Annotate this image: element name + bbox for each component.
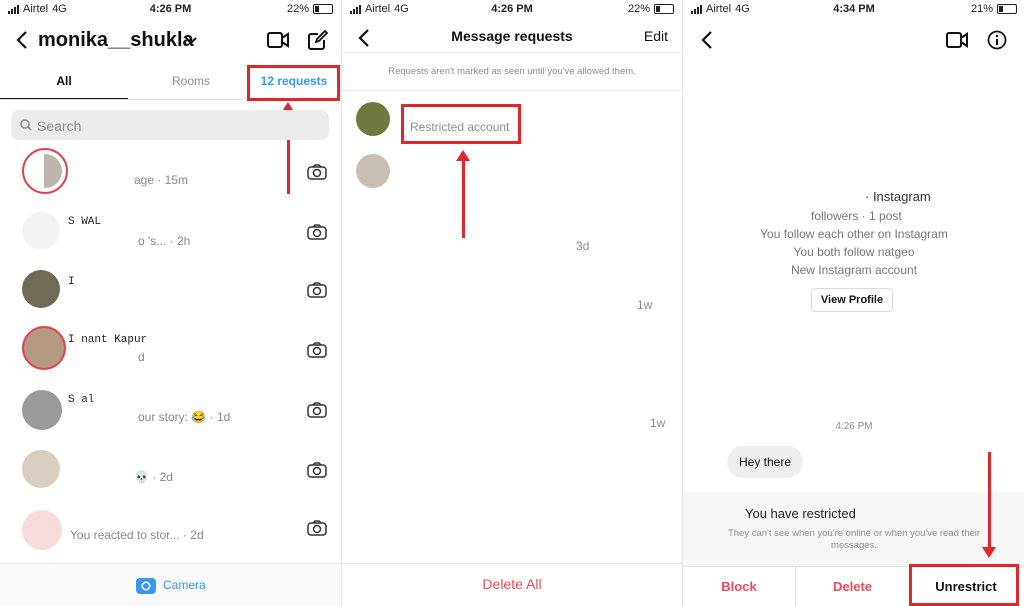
chat-panel: Airtel 4G 4:34 PM 21% · Instagram follow… — [682, 0, 1024, 606]
both-follow: You both follow natgeo — [793, 245, 915, 259]
camera-bar[interactable]: Camera — [0, 563, 341, 606]
divider — [342, 90, 682, 91]
restricted-title: You have restricted — [745, 506, 856, 521]
camera-icon[interactable] — [307, 282, 327, 298]
camera-icon[interactable] — [307, 224, 327, 240]
status-bar: Airtel 4G 4:26 PM 22% — [342, 0, 682, 18]
status-bar: Airtel 4G 4:26 PM 22% — [0, 0, 341, 18]
row-preview: 💀 · 2d — [134, 470, 173, 484]
row-preview: age · 15m — [134, 173, 189, 187]
request-time: 1w — [650, 416, 666, 430]
block-button[interactable]: Block — [683, 579, 795, 594]
avatar — [356, 102, 390, 136]
camera-icon — [136, 578, 156, 594]
row-preview: our story: 😂 · 1d — [138, 410, 231, 424]
compose-icon[interactable] — [306, 28, 330, 52]
search-placeholder: Search — [37, 118, 82, 134]
unrestrict-highlight-box — [909, 564, 1019, 606]
requests-highlight-box — [247, 65, 340, 101]
avatar — [356, 154, 390, 188]
camera-icon[interactable] — [307, 402, 327, 418]
account-username[interactable]: monika__shukla — [38, 29, 194, 52]
delete-all-button[interactable]: Delete All — [342, 576, 682, 592]
restricted-subtext: They can't see when you're online or whe… — [727, 528, 981, 551]
new-account-note: New Instagram account — [790, 263, 918, 277]
avatar — [22, 326, 66, 370]
inbox-panel: Airtel 4G 4:26 PM 22% monika__shukla All… — [0, 0, 341, 606]
requests-panel: Airtel 4G 4:26 PM 22% Message requests E… — [341, 0, 682, 606]
delete-button[interactable]: Delete — [796, 579, 909, 594]
tab-rooms[interactable]: Rooms — [128, 74, 254, 88]
search-input[interactable]: Search — [11, 110, 329, 140]
divider — [342, 52, 682, 53]
camera-icon[interactable] — [307, 164, 327, 180]
info-icon[interactable] — [985, 28, 1009, 52]
row-name: S WAL — [68, 216, 102, 228]
row-preview: o 's... · 2h — [138, 234, 191, 248]
request-time: 1w — [637, 298, 653, 312]
restricted-highlight-box — [401, 104, 521, 144]
list-item[interactable]: I — [0, 266, 341, 324]
edit-button[interactable]: Edit — [644, 28, 668, 44]
back-icon[interactable] — [697, 28, 717, 52]
battery-icon — [997, 4, 1017, 14]
video-call-icon[interactable] — [945, 28, 969, 52]
restricted-banner: You have restricted They can't see when … — [683, 492, 1024, 566]
row-name: I nant Kapur — [68, 334, 148, 346]
chat-header — [683, 22, 1024, 58]
avatar — [22, 510, 62, 550]
video-call-icon[interactable] — [266, 28, 290, 52]
battery-percent: 22% — [627, 3, 650, 15]
tab-all[interactable]: All — [0, 74, 128, 88]
row-preview: You reacted to stor... · 2d — [70, 528, 204, 542]
search-icon — [20, 119, 32, 131]
status-bar: Airtel 4G 4:34 PM 21% — [683, 0, 1024, 18]
avatar — [22, 148, 68, 194]
page-title: Message requests — [451, 28, 573, 44]
back-icon[interactable] — [12, 28, 32, 52]
list-item[interactable]: I nant Kapur d — [0, 326, 341, 384]
avatar — [22, 270, 60, 308]
inbox-header: monika__shukla — [0, 22, 341, 58]
avatar — [22, 450, 60, 488]
camera-icon[interactable] — [307, 520, 327, 536]
camera-icon[interactable] — [307, 462, 327, 478]
profile-line: · Instagram — [865, 189, 931, 204]
battery-percent: 22% — [286, 3, 309, 15]
battery-icon — [313, 4, 333, 14]
list-item[interactable]: 💀 · 2d — [0, 446, 341, 504]
requests-bottom-bar: Delete All — [342, 563, 682, 606]
annotation-arrow — [982, 452, 996, 558]
row-name: I — [68, 276, 75, 288]
battery-icon — [654, 4, 674, 14]
mutual-follow: You follow each other on Instagram — [760, 227, 948, 241]
row-preview: d — [138, 350, 145, 364]
request-time: 3d — [576, 239, 590, 253]
battery-percent: 21% — [970, 3, 993, 15]
requests-notice: Requests aren't marked as seen until you… — [388, 66, 636, 77]
view-profile-button[interactable]: View Profile — [811, 288, 893, 312]
list-item[interactable]: age · 15m — [0, 148, 341, 206]
followers-count: followers · 1 post — [811, 209, 902, 223]
row-name: S al — [68, 394, 95, 406]
camera-icon[interactable] — [307, 342, 327, 358]
camera-label: Camera — [163, 578, 206, 592]
list-item[interactable]: S al our story: 😂 · 1d — [0, 386, 341, 444]
avatar — [22, 390, 62, 430]
annotation-arrow — [456, 150, 470, 238]
message-bubble: Hey there — [727, 446, 804, 478]
message-timestamp: 4:26 PM — [835, 421, 873, 432]
list-item[interactable]: You reacted to stor... · 2d — [0, 506, 341, 564]
list-item[interactable]: S WAL o 's... · 2h — [0, 208, 341, 266]
chevron-down-icon[interactable] — [184, 34, 198, 48]
avatar — [22, 212, 60, 250]
